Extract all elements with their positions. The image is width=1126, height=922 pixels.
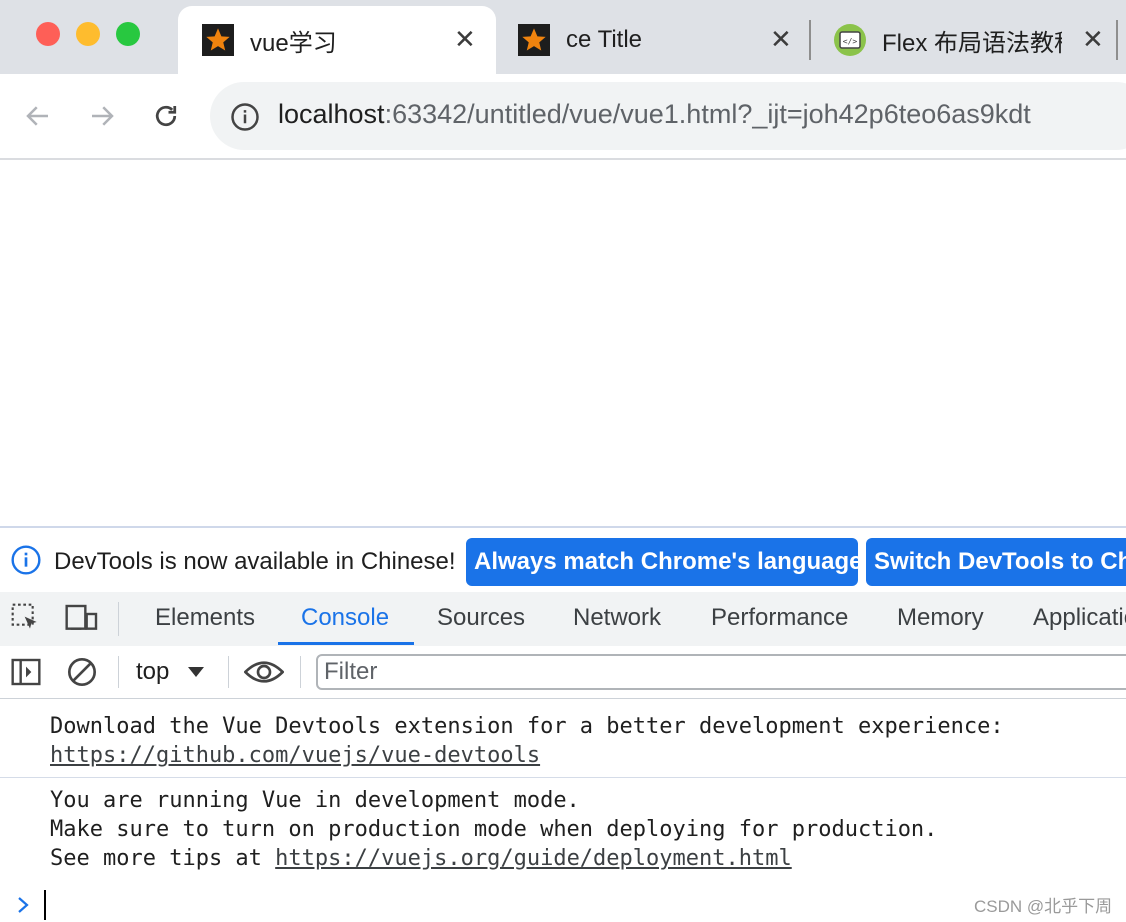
divider: [228, 656, 229, 688]
console-message-link-line: https://github.com/vuejs/vue-devtools: [50, 743, 540, 768]
tab-performance[interactable]: Performance: [711, 604, 848, 632]
message-text: See more tips at: [50, 846, 276, 871]
sidebar-toggle-icon[interactable]: [10, 656, 42, 688]
console-message-line: Make sure to turn on production mode whe…: [50, 817, 938, 842]
reload-button[interactable]: [146, 96, 186, 136]
close-tab-icon[interactable]: ✕: [1082, 26, 1104, 52]
tab-elements[interactable]: Elements: [155, 604, 255, 632]
arrow-left-icon: [26, 106, 48, 126]
tab-strip: vue学习 ✕ ce Title ✕ </> Flex 布局语法教程 ✕: [0, 0, 1126, 74]
tab-network[interactable]: Network: [573, 604, 661, 632]
watermark: CSDN @北乎下周: [974, 897, 1113, 916]
devtools-language-infobar: DevTools is now available in Chinese! Al…: [0, 526, 1126, 594]
message-divider: [0, 777, 1126, 778]
console-message-line: You are running Vue in development mode.: [50, 788, 580, 813]
arrow-right-icon: [92, 106, 114, 126]
console-prompt-input[interactable]: [44, 890, 46, 920]
info-icon[interactable]: [230, 102, 260, 132]
tab-title: ce Title: [566, 26, 643, 53]
active-tab-indicator: [278, 642, 414, 645]
tab-console[interactable]: Console: [301, 604, 389, 632]
tab-vue-learning[interactable]: vue学习 ✕: [178, 6, 496, 74]
tab-title: Flex 布局语法教程: [882, 29, 1062, 57]
forward-button[interactable]: [82, 96, 122, 136]
back-button[interactable]: [18, 96, 58, 136]
maximize-window-button[interactable]: [116, 22, 140, 46]
tab-separator: [809, 20, 811, 60]
star-icon: [518, 24, 550, 56]
url-path: :63342/untitled/vue/vue1.html?_ijt=joh42…: [384, 99, 1031, 129]
console-message-line: Download the Vue Devtools extension for …: [50, 714, 1004, 739]
close-window-button[interactable]: [36, 22, 60, 46]
console-toolbar: top: [0, 646, 1126, 699]
address-bar[interactable]: localhost:63342/untitled/vue/vue1.html?_…: [210, 82, 1126, 150]
reload-icon: [155, 105, 177, 127]
divider: [118, 602, 119, 636]
close-tab-icon[interactable]: ✕: [770, 26, 792, 52]
always-match-language-button[interactable]: Always match Chrome's language: [466, 538, 858, 586]
tab-ce-title[interactable]: ce Title ✕: [496, 6, 812, 74]
divider: [118, 656, 119, 688]
infobar-message: DevTools is now available in Chinese!: [54, 548, 456, 575]
page-content: [0, 160, 1126, 526]
chevron-right-icon: [18, 897, 29, 913]
svg-text:</>: </>: [843, 37, 858, 46]
filter-input[interactable]: [318, 656, 1126, 688]
vue-devtools-link[interactable]: https://github.com/vuejs/vue-devtools: [50, 743, 540, 768]
console-message-line: See more tips at https://vuejs.org/guide…: [50, 846, 792, 871]
switch-devtools-language-button[interactable]: Switch DevTools to Chinese: [866, 538, 1126, 586]
device-toolbar-icon[interactable]: [64, 602, 100, 634]
browser-toolbar: localhost:63342/untitled/vue/vue1.html?_…: [0, 74, 1126, 160]
inspect-element-icon[interactable]: [10, 602, 42, 634]
close-tab-icon[interactable]: ✕: [454, 26, 476, 52]
tab-title: vue学习: [250, 29, 337, 57]
url-host: localhost: [278, 99, 385, 129]
divider: [300, 656, 301, 688]
tab-separator: [1116, 20, 1118, 60]
tab-flex-tutorial[interactable]: </> Flex 布局语法教程 ✕: [812, 6, 1122, 74]
eye-icon[interactable]: [244, 658, 284, 686]
url-text[interactable]: localhost:63342/untitled/vue/vue1.html?_…: [278, 99, 1031, 130]
devtools-tab-bar: Elements Console Sources Network Perform…: [0, 592, 1126, 647]
context-label: top: [136, 658, 170, 685]
filter-box: [316, 654, 1126, 690]
minimize-window-button[interactable]: [76, 22, 100, 46]
tab-sources[interactable]: Sources: [437, 604, 525, 632]
console-output: Download the Vue Devtools extension for …: [0, 700, 1126, 922]
deployment-guide-link[interactable]: https://vuejs.org/guide/deployment.html: [275, 846, 792, 871]
dropdown-arrow-icon: [188, 667, 205, 677]
tab-memory[interactable]: Memory: [897, 604, 984, 632]
context-selector[interactable]: top: [136, 658, 205, 686]
tab-application[interactable]: Application: [1033, 604, 1126, 632]
code-icon: </>: [834, 24, 866, 56]
info-icon: [11, 545, 41, 575]
star-icon: [202, 24, 234, 56]
clear-console-icon[interactable]: [66, 656, 98, 688]
